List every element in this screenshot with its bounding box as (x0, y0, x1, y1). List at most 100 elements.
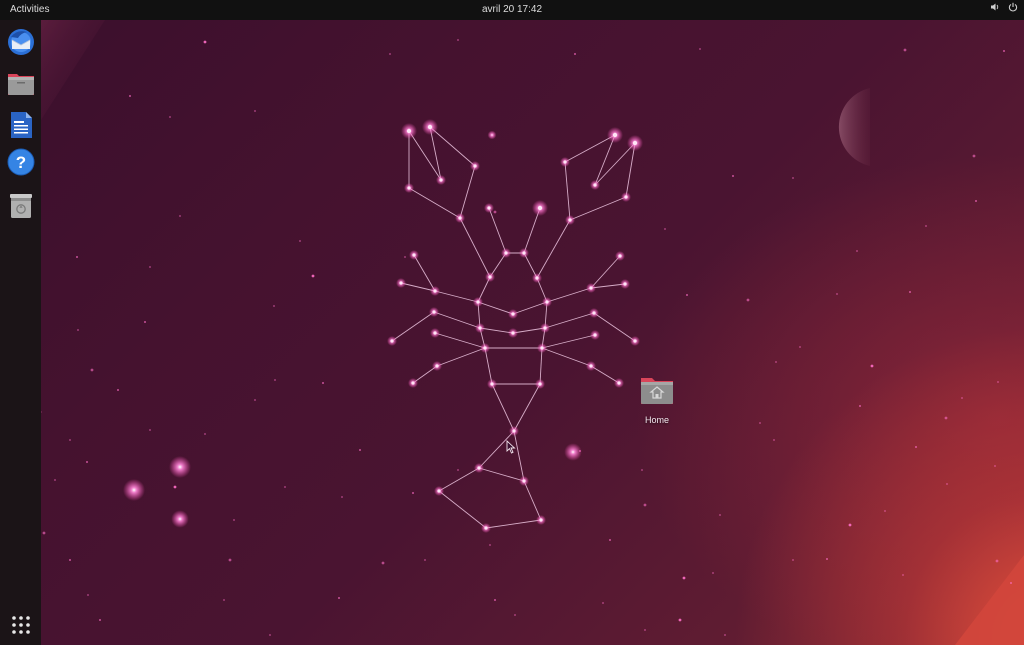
background-star (87, 594, 89, 596)
clock-date-time[interactable]: avril 20 17:42 (482, 4, 542, 15)
constellation-line (541, 347, 592, 367)
clock-container: avril 20 17:42 (0, 4, 1024, 15)
constellation-star (623, 282, 627, 286)
background-star (412, 492, 414, 494)
system-tray[interactable] (990, 2, 1018, 12)
constellation-star (439, 178, 443, 182)
background-star (254, 110, 256, 112)
dock-files[interactable] (4, 67, 37, 100)
background-star (682, 576, 686, 580)
constellation-star (618, 254, 622, 258)
background-star (299, 240, 301, 242)
background-star (859, 405, 861, 407)
dock-trash[interactable] (4, 188, 37, 221)
moon-shape (838, 88, 870, 166)
background-star (493, 210, 497, 214)
background-star (514, 614, 516, 616)
constellation-star (487, 206, 491, 210)
background-star (359, 449, 361, 451)
constellation-star (473, 164, 477, 168)
background-star (775, 361, 777, 363)
show-applications-button[interactable] (6, 610, 35, 639)
constellation-star (522, 479, 526, 483)
background-star (381, 561, 385, 565)
background-star (424, 559, 426, 561)
background-star (909, 291, 911, 293)
background-star (944, 416, 948, 420)
glowing-star (169, 456, 191, 478)
background-star (223, 599, 225, 601)
libreoffice-writer-icon (10, 111, 32, 138)
constellation-star (411, 381, 415, 385)
constellation-line (434, 290, 479, 303)
home-folder-label: Home (644, 415, 669, 425)
background-star (69, 559, 71, 561)
background-star (77, 329, 79, 331)
background-star (117, 389, 119, 391)
constellation-line (590, 283, 626, 289)
background-star (338, 597, 340, 599)
background-star (129, 95, 131, 97)
constellation-star (617, 381, 621, 385)
constellation-star (563, 160, 567, 164)
constellation-star (633, 339, 637, 343)
background-star (686, 294, 688, 296)
constellation-star (433, 289, 437, 293)
background-star (746, 298, 750, 302)
home-folder-icon (641, 378, 673, 404)
constellation-line (569, 196, 627, 221)
background-star (457, 39, 459, 41)
background-star (54, 479, 56, 481)
background-star (644, 629, 646, 631)
constellation-line (536, 219, 571, 279)
background-star (311, 274, 315, 278)
constellation-star (568, 218, 572, 222)
volume-icon[interactable] (990, 2, 1000, 12)
background-star (946, 483, 948, 485)
background-star (903, 48, 907, 52)
constellation-star (539, 518, 543, 522)
background-star (254, 399, 256, 401)
constellation-star (412, 253, 416, 257)
wallpaper-art (38, 20, 1024, 645)
background-star (884, 510, 886, 512)
constellation-star (612, 132, 618, 138)
lobster-constellation (387, 119, 643, 533)
background-star (389, 53, 391, 55)
background-star (574, 53, 576, 55)
constellation-line (544, 312, 595, 329)
constellation-star (543, 326, 547, 330)
dock-help[interactable]: ? (4, 145, 37, 178)
background-star (732, 175, 734, 177)
constellation-star (458, 216, 462, 220)
background-star (1010, 582, 1012, 584)
background-star (233, 519, 235, 521)
dock-thunderbird[interactable] (4, 25, 37, 58)
background-star (602, 602, 604, 604)
power-icon[interactable] (1008, 2, 1018, 12)
background-star (836, 293, 838, 295)
desktop-wallpaper: Home (0, 0, 1024, 645)
background-star (995, 559, 999, 563)
constellation-line (491, 383, 515, 432)
constellation-line (541, 334, 596, 349)
dock-libreoffice-writer[interactable] (4, 108, 37, 141)
constellation-line (539, 347, 543, 385)
constellation-line (594, 134, 616, 186)
constellation-star (483, 346, 487, 350)
constellation-line (459, 217, 491, 278)
background-star (856, 250, 858, 252)
background-star (173, 485, 177, 489)
background-star (678, 618, 682, 622)
constellation-star (624, 195, 628, 199)
background-star (848, 523, 852, 527)
background-star (90, 368, 94, 372)
constellation-line (433, 311, 481, 329)
constellation-line (459, 165, 476, 219)
desktop-home-folder[interactable]: Home (630, 374, 684, 425)
constellation-line (391, 311, 435, 342)
show-applications-icon (11, 615, 30, 634)
constellation-star (484, 526, 488, 530)
background-star (925, 225, 927, 227)
constellation-star (488, 275, 492, 279)
